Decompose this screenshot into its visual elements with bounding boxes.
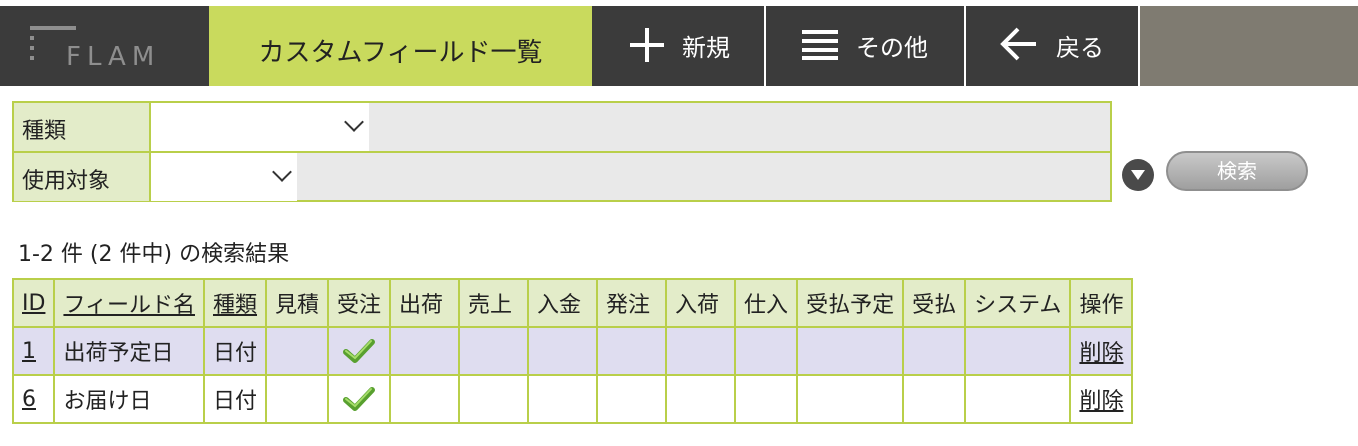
col-sales: 売上 xyxy=(458,278,530,328)
row-name: お届け日 xyxy=(53,374,205,424)
chevron-down-icon xyxy=(272,162,292,182)
cell-order xyxy=(327,374,392,424)
cell-shipment xyxy=(389,326,461,376)
results-table: ID フィールド名 種類 見積 受注 出荷 売上 入金 発注 入荷 仕入 受払予… xyxy=(11,278,1134,424)
chevron-down-icon xyxy=(344,112,364,132)
col-arrival: 入荷 xyxy=(665,278,737,328)
col-field-name[interactable]: フィールド名 xyxy=(53,278,205,328)
nav-filler xyxy=(1140,6,1358,86)
delete-link[interactable]: 削除 xyxy=(1079,389,1123,414)
cell-sales xyxy=(458,326,530,376)
cell-sales xyxy=(458,374,530,424)
search-form: 種類 使用対象 xyxy=(12,101,1112,202)
col-id[interactable]: ID xyxy=(11,278,56,328)
row-action-cell: 削除 xyxy=(1069,326,1134,376)
plus-icon xyxy=(630,28,664,62)
search-row-target: 使用対象 xyxy=(14,153,1110,201)
row-type: 日付 xyxy=(202,326,268,376)
col-actions: 操作 xyxy=(1069,278,1134,328)
cell-estimate xyxy=(265,326,330,376)
cell-purchase-order xyxy=(596,374,668,424)
cell-system xyxy=(964,326,1072,376)
cell-transfer xyxy=(902,326,967,376)
cell-system xyxy=(964,374,1072,424)
flam-logo: FLAM xyxy=(30,24,180,72)
row-id-link[interactable]: 1 xyxy=(22,339,36,364)
cell-planned-transfer xyxy=(796,374,905,424)
row-id-link[interactable]: 6 xyxy=(22,387,36,412)
target-label: 使用対象 xyxy=(14,153,151,201)
cell-arrival xyxy=(665,374,737,424)
col-purchase-order: 発注 xyxy=(596,278,668,328)
logo-dot-3 xyxy=(30,56,34,60)
delete-link[interactable]: 削除 xyxy=(1079,341,1123,366)
target-select[interactable] xyxy=(151,153,297,201)
col-transfer: 受払 xyxy=(902,278,967,328)
type-select[interactable] xyxy=(151,103,369,151)
col-stocking: 仕入 xyxy=(734,278,799,328)
new-button[interactable]: 新規 xyxy=(592,6,764,86)
expand-toggle-icon[interactable] xyxy=(1122,159,1154,191)
row-id-cell: 1 xyxy=(11,326,56,376)
back-button[interactable]: 戻る xyxy=(966,6,1138,86)
hamburger-icon xyxy=(802,30,838,60)
result-count: 1-2 件 (2 件中) の検索結果 xyxy=(18,242,290,267)
logo-dot-1 xyxy=(30,36,34,40)
col-type[interactable]: 種類 xyxy=(202,278,268,328)
logo-area[interactable]: FLAM xyxy=(0,6,209,86)
cell-stocking xyxy=(734,326,799,376)
cell-stocking xyxy=(734,374,799,424)
row-name: 出荷予定日 xyxy=(53,326,205,376)
cell-shipment xyxy=(389,374,461,424)
cell-arrival xyxy=(665,326,737,376)
table-header-row: ID フィールド名 種類 見積 受注 出荷 売上 入金 発注 入荷 仕入 受払予… xyxy=(11,278,1134,328)
top-nav: FLAM カスタムフィールド一覧 新規 その他 戻る xyxy=(0,0,1358,86)
cell-order xyxy=(327,326,392,376)
cell-planned-transfer xyxy=(796,326,905,376)
type-label: 種類 xyxy=(14,103,151,151)
back-button-label: 戻る xyxy=(1056,34,1104,62)
table-row: 6 お届け日 日付 削除 xyxy=(11,374,1134,424)
logo-text: FLAM xyxy=(66,42,161,72)
other-menu-button[interactable]: その他 xyxy=(766,6,964,86)
checkmark-icon xyxy=(343,387,376,411)
col-system: システム xyxy=(964,278,1072,328)
row-type: 日付 xyxy=(202,374,268,424)
col-payment: 入金 xyxy=(527,278,599,328)
logo-bar-1 xyxy=(30,26,76,30)
search-button[interactable]: 検索 xyxy=(1166,151,1308,191)
cell-payment xyxy=(527,374,599,424)
table-row: 1 出荷予定日 日付 削除 xyxy=(11,326,1134,376)
col-order: 受注 xyxy=(327,278,392,328)
tab-custom-fields[interactable]: カスタムフィールド一覧 xyxy=(209,6,592,86)
tab-custom-fields-label: カスタムフィールド一覧 xyxy=(258,38,543,68)
search-row-type: 種類 xyxy=(14,103,1110,153)
cell-payment xyxy=(527,326,599,376)
cell-purchase-order xyxy=(596,326,668,376)
row-id-cell: 6 xyxy=(11,374,56,424)
col-shipment: 出荷 xyxy=(389,278,461,328)
logo-dot-2 xyxy=(30,46,34,50)
col-planned-transfer: 受払予定 xyxy=(796,278,905,328)
arrow-left-icon xyxy=(1000,27,1036,61)
cell-transfer xyxy=(902,374,967,424)
other-menu-label: その他 xyxy=(856,34,928,62)
new-button-label: 新規 xyxy=(682,34,730,62)
col-estimate: 見積 xyxy=(265,278,330,328)
row-action-cell: 削除 xyxy=(1069,374,1134,424)
checkmark-icon xyxy=(343,339,376,363)
cell-estimate xyxy=(265,374,330,424)
